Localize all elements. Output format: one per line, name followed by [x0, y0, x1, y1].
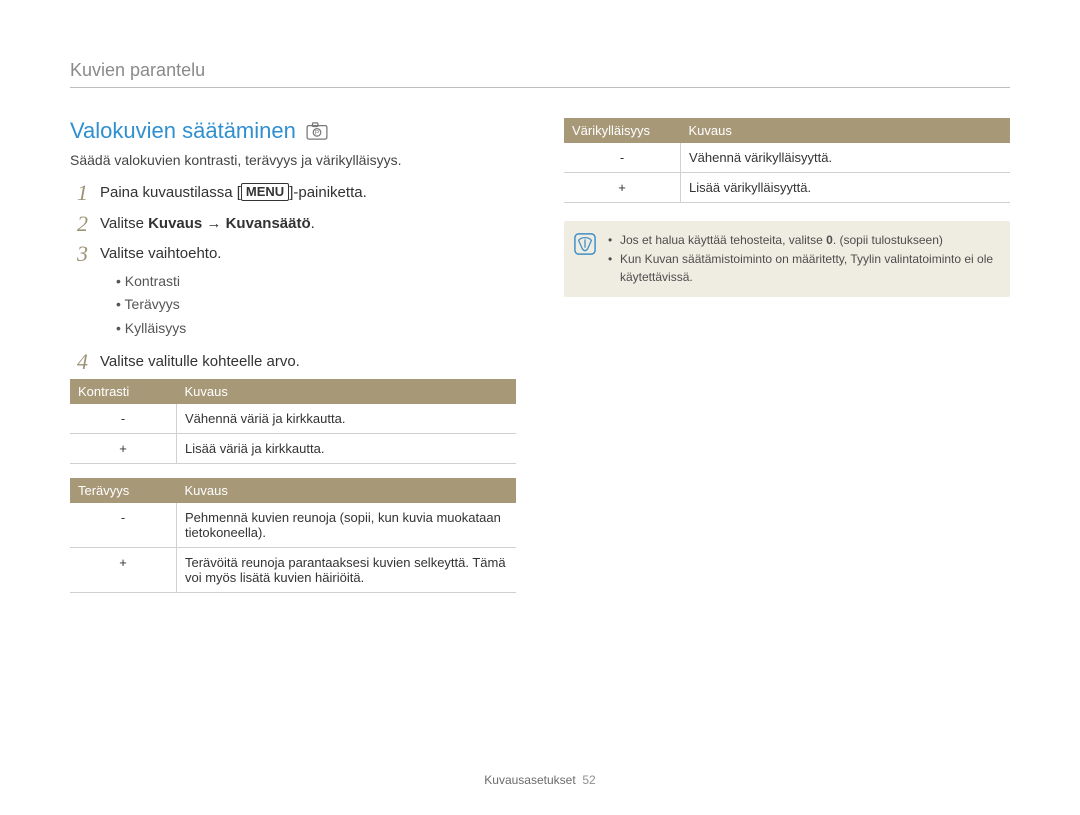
- document-page: Kuvien parantelu Valokuvien säätäminen P…: [0, 0, 1080, 815]
- page-footer: Kuvausasetukset 52: [0, 773, 1080, 787]
- note-box: Jos et halua käyttää tehosteita, valitse…: [564, 221, 1010, 297]
- table-row: - Pehmennä kuvien reunoja (sopii, kun ku…: [70, 503, 516, 548]
- table-row: + Lisää väriä ja kirkkautta.: [70, 434, 516, 464]
- bullet-item: Kontrasti: [116, 270, 516, 294]
- step-number: 2: [70, 213, 88, 235]
- step-text: Paina kuvaustilassa [MENU]-painiketta.: [100, 182, 367, 205]
- table-cell-desc: Terävöitä reunoja parantaaksesi kuvien s…: [177, 548, 517, 593]
- step-2: 2 Valitse Kuvaus → Kuvansäätö.: [70, 213, 516, 236]
- table-cell-symbol: -: [564, 143, 681, 173]
- table-header: Terävyys: [70, 478, 177, 503]
- page-number: 52: [582, 773, 595, 787]
- contrast-table: Kontrasti Kuvaus - Vähennä väriä ja kirk…: [70, 379, 516, 464]
- table-header: Kontrasti: [70, 379, 177, 404]
- step-text: Valitse Kuvaus → Kuvansäätö.: [100, 213, 315, 236]
- note-list: Jos et halua käyttää tehosteita, valitse…: [608, 231, 996, 287]
- table-header-row: Kontrasti Kuvaus: [70, 379, 516, 404]
- page-heading: Valokuvien säätäminen: [70, 118, 296, 144]
- table-row: + Terävöitä reunoja parantaaksesi kuvien…: [70, 548, 516, 593]
- table-row: - Vähennä väriä ja kirkkautta.: [70, 404, 516, 434]
- step1-pre: Paina kuvaustilassa [: [100, 184, 241, 201]
- note-item: Kun Kuvan säätämistoiminto on määritetty…: [608, 250, 996, 287]
- footer-label: Kuvausasetukset: [484, 773, 575, 787]
- right-column: Värikylläisyys Kuvaus - Vähennä värikyll…: [564, 118, 1010, 607]
- table-cell-desc: Vähennä väriä ja kirkkautta.: [177, 404, 517, 434]
- step-1: 1 Paina kuvaustilassa [MENU]-painiketta.: [70, 182, 516, 205]
- table-cell-desc: Lisää värikylläisyyttä.: [681, 173, 1011, 203]
- step-number: 4: [70, 351, 88, 373]
- step2-bold: Kuvaus → Kuvansäätö: [148, 215, 311, 232]
- table-row: - Vähennä värikylläisyyttä.: [564, 143, 1010, 173]
- note-icon: [574, 233, 596, 255]
- table-header-row: Terävyys Kuvaus: [70, 478, 516, 503]
- table-cell-desc: Pehmennä kuvien reunoja (sopii, kun kuvi…: [177, 503, 517, 548]
- step-4: 4 Valitse valitulle kohteelle arvo.: [70, 351, 516, 374]
- svg-text:P: P: [315, 130, 319, 137]
- table-cell-desc: Lisää väriä ja kirkkautta.: [177, 434, 517, 464]
- table-cell-symbol: +: [70, 548, 177, 593]
- step-3: 3 Valitse vaihtoehto.: [70, 243, 516, 266]
- table-row: + Lisää värikylläisyyttä.: [564, 173, 1010, 203]
- step-number: 3: [70, 243, 88, 265]
- step-text: Valitse vaihtoehto.: [100, 243, 221, 266]
- step2-pre: Valitse: [100, 215, 148, 232]
- heading-row: Valokuvien säätäminen P: [70, 118, 516, 144]
- table-cell-symbol: -: [70, 404, 177, 434]
- bullet-item: Kylläisyys: [116, 317, 516, 341]
- step-number: 1: [70, 182, 88, 204]
- menu-button-label: MENU: [241, 183, 289, 201]
- step1-post: ]-painiketta.: [289, 184, 367, 201]
- table-header: Kuvaus: [681, 118, 1011, 143]
- table-cell-desc: Vähennä värikylläisyyttä.: [681, 143, 1011, 173]
- left-column: Valokuvien säätäminen P Säädä valokuvien…: [70, 118, 516, 607]
- table-header-row: Värikylläisyys Kuvaus: [564, 118, 1010, 143]
- saturation-table: Värikylläisyys Kuvaus - Vähennä värikyll…: [564, 118, 1010, 203]
- section-header: Kuvien parantelu: [70, 60, 1010, 88]
- note-bold: 0: [826, 233, 833, 247]
- note-post: . (sopii tulostukseen): [833, 233, 943, 247]
- table-cell-symbol: +: [70, 434, 177, 464]
- table-header: Kuvaus: [177, 478, 517, 503]
- table-header: Kuvaus: [177, 379, 517, 404]
- content-columns: Valokuvien säätäminen P Säädä valokuvien…: [70, 118, 1010, 607]
- option-bullets: Kontrasti Terävyys Kylläisyys: [116, 270, 516, 341]
- step-text: Valitse valitulle kohteelle arvo.: [100, 351, 300, 374]
- table-cell-symbol: -: [70, 503, 177, 548]
- note-item: Jos et halua käyttää tehosteita, valitse…: [608, 231, 996, 250]
- intro-text: Säädä valokuvien kontrasti, terävyys ja …: [70, 152, 516, 168]
- step2-post: .: [311, 215, 315, 232]
- camera-p-icon: P: [306, 122, 328, 140]
- table-header: Värikylläisyys: [564, 118, 681, 143]
- sharpness-table: Terävyys Kuvaus - Pehmennä kuvien reunoj…: [70, 478, 516, 593]
- table-cell-symbol: +: [564, 173, 681, 203]
- note-pre: Jos et halua käyttää tehosteita, valitse: [620, 233, 826, 247]
- bullet-item: Terävyys: [116, 293, 516, 317]
